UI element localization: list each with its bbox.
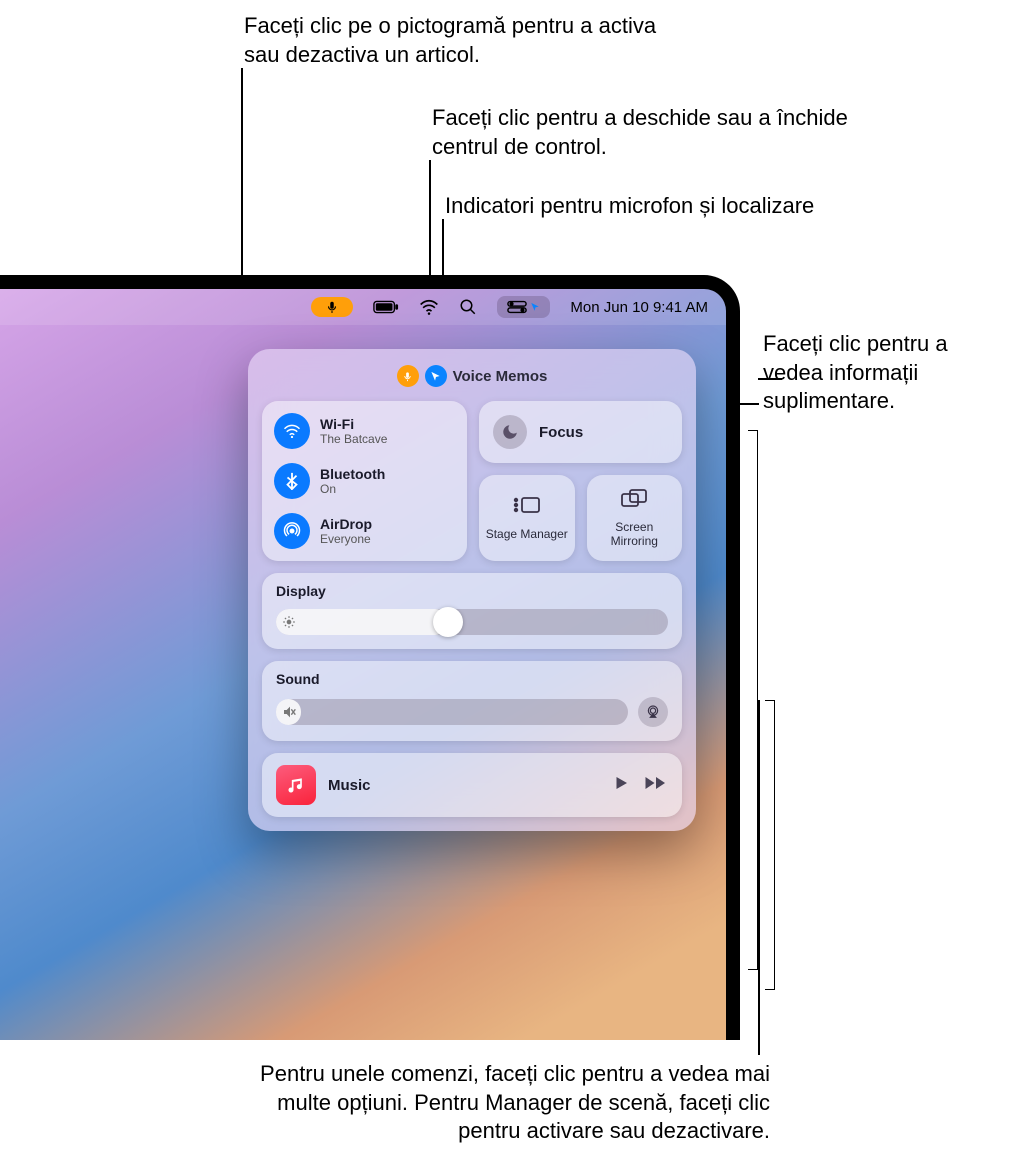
airplay-button[interactable] [638,697,668,727]
music-label: Music [328,777,600,794]
bluetooth-icon[interactable] [274,463,310,499]
screen-mirroring-tile[interactable]: Screen Mirroring [587,475,683,561]
sound-slider[interactable] [276,699,628,725]
airdrop-sub: Everyone [320,532,372,546]
bluetooth-item[interactable]: Bluetooth On [274,463,455,499]
focus-label: Focus [539,424,583,441]
play-button[interactable] [612,774,630,797]
menubar-spotlight-icon[interactable] [459,298,477,316]
indicator-row[interactable]: Voice Memos [262,365,682,387]
bluetooth-sub: On [320,482,385,496]
focus-tile[interactable]: Focus [479,401,682,463]
wifi-icon[interactable] [274,413,310,449]
callout-more-options: Pentru unele comenzi, faceți clic pentru… [230,1060,770,1146]
screen-mirroring-label: Screen Mirroring [591,521,679,549]
wifi-title: Wi-Fi [320,416,387,432]
callout-more-info: Faceți clic pentru a vedea informații su… [763,330,1003,416]
location-indicator-icon [425,365,447,387]
menubar-mic-indicator[interactable] [311,297,353,317]
bluetooth-title: Bluetooth [320,466,385,482]
callout-toggle-icon: Faceți clic pe o pictogramă pentru a act… [244,12,664,69]
leader-line [429,160,431,294]
menubar-control-center-button[interactable] [497,296,550,318]
leader-line [758,700,760,1055]
network-tile[interactable]: Wi-Fi The Batcave Bluetooth On [262,401,467,561]
desktop-screen: Mon Jun 10 9:41 AM Voice Memos [0,289,726,1040]
airdrop-icon[interactable] [274,513,310,549]
bracket-sliders [765,700,775,990]
mic-indicator-icon [397,365,419,387]
focus-icon [493,415,527,449]
menubar-wifi-icon[interactable] [419,299,439,315]
display-slider[interactable] [276,609,668,635]
stage-manager-tile[interactable]: Stage Manager [479,475,575,561]
forward-button[interactable] [644,774,668,797]
stage-manager-icon [512,495,542,522]
sound-tile[interactable]: Sound [262,661,682,741]
music-tile[interactable]: Music [262,753,682,817]
indicator-app-label: Voice Memos [453,368,548,385]
callout-indicators: Indicatori pentru microfon și localizare [445,192,965,221]
leader-line [758,378,782,380]
wifi-item[interactable]: Wi-Fi The Batcave [274,413,455,449]
menubar-battery-icon[interactable] [373,300,399,314]
music-app-icon [276,765,316,805]
screen-mirroring-icon [620,488,648,515]
control-center-panel: Voice Memos Wi-Fi The Batcave [248,349,696,831]
bracket-panel [748,430,758,970]
sound-title: Sound [276,671,668,687]
airdrop-title: AirDrop [320,516,372,532]
airdrop-item[interactable]: AirDrop Everyone [274,513,455,549]
device-frame: Mon Jun 10 9:41 AM Voice Memos [0,275,740,1040]
menubar-datetime[interactable]: Mon Jun 10 9:41 AM [570,299,708,316]
display-tile[interactable]: Display [262,573,682,649]
callout-open-cc: Faceți clic pentru a deschide sau a înch… [432,104,852,161]
menubar: Mon Jun 10 9:41 AM [0,289,726,325]
display-title: Display [276,583,668,599]
volume-mute-icon [282,705,298,719]
wifi-sub: The Batcave [320,432,387,446]
stage-manager-label: Stage Manager [486,528,568,542]
brightness-icon [282,615,296,629]
